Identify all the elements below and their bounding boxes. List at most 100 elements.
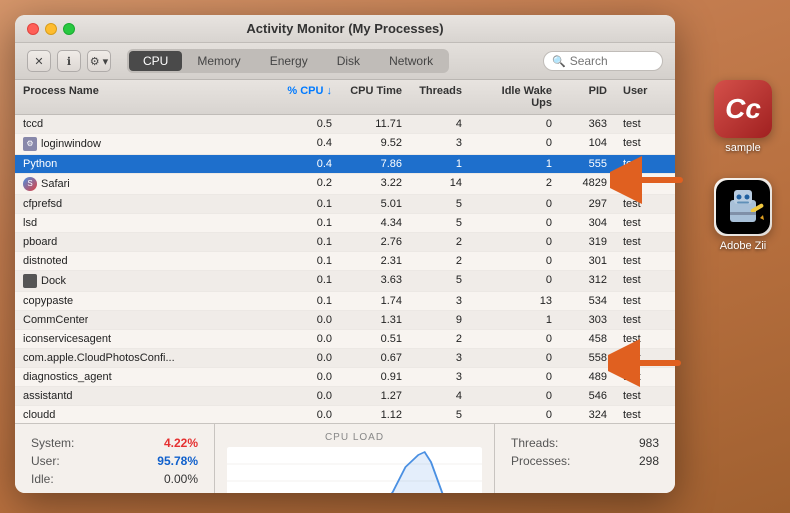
table-row[interactable]: copypaste0.11.74313534test — [15, 292, 675, 311]
activity-monitor-window: Activity Monitor (My Processes) ✕ ℹ ⚙ ▾ … — [15, 15, 675, 493]
cpu_time-cell: 0.67 — [340, 350, 410, 366]
gear-icon-btn[interactable]: ⚙ ▾ — [87, 50, 111, 72]
threads-cell: 5 — [410, 407, 470, 423]
cpu_time-cell: 0.91 — [340, 369, 410, 385]
idle_wakeups-cell: 0 — [470, 215, 560, 231]
tab-memory[interactable]: Memory — [183, 51, 254, 71]
col-idle-wakeups[interactable]: Idle Wake Ups — [470, 83, 560, 111]
table-row[interactable]: CommCenter0.01.3191303test — [15, 311, 675, 330]
close-icon-btn[interactable]: ✕ — [27, 50, 51, 72]
cpu-cell: 0.1 — [270, 293, 340, 309]
idle_wakeups-cell: 0 — [470, 407, 560, 423]
table-body[interactable]: tccd0.511.7140363test⚙loginwindow0.49.52… — [15, 115, 675, 423]
cpu_time-cell: 11.71 — [340, 116, 410, 132]
process-name-cell: Python — [15, 156, 270, 172]
table-row[interactable]: Python0.47.8611555test — [15, 155, 675, 174]
cpu-cell: 0.1 — [270, 234, 340, 250]
user-cell: test — [615, 253, 675, 269]
threads-value: 983 — [639, 436, 659, 450]
cpu_time-cell: 1.74 — [340, 293, 410, 309]
threads-cell: 5 — [410, 196, 470, 212]
table-row[interactable]: diagnostics_agent0.00.9130489test — [15, 368, 675, 387]
process-name-cell: Dock — [15, 272, 270, 290]
processes-stat-row: Processes: 298 — [511, 454, 659, 468]
tab-network[interactable]: Network — [375, 51, 447, 71]
adobe-zii-app-icon[interactable]: Adobe Zii — [714, 178, 772, 252]
table-row[interactable]: ⚙loginwindow0.49.5230104test — [15, 134, 675, 155]
pid-cell: 304 — [560, 215, 615, 231]
threads-cell: 5 — [410, 215, 470, 231]
table-row[interactable]: Dock0.13.6350312test — [15, 271, 675, 292]
cpu-cell: 0.0 — [270, 388, 340, 404]
threads-cell: 3 — [410, 369, 470, 385]
pid-cell: 301 — [560, 253, 615, 269]
user-cell: test — [615, 116, 675, 132]
table-row[interactable]: lsd0.14.3450304test — [15, 214, 675, 233]
col-pid[interactable]: PID — [560, 83, 615, 111]
table-row[interactable]: SSafari0.23.221424829test — [15, 174, 675, 195]
process-name-cell: SSafari — [15, 175, 270, 193]
system-value: 4.22% — [164, 436, 198, 450]
pid-cell: 558 — [560, 350, 615, 366]
tab-energy[interactable]: Energy — [256, 51, 322, 71]
idle_wakeups-cell: 0 — [470, 196, 560, 212]
idle_wakeups-cell: 0 — [470, 369, 560, 385]
close-button[interactable] — [27, 23, 39, 35]
table-row[interactable]: cloudd0.01.1250324test — [15, 406, 675, 423]
col-user[interactable]: User — [615, 83, 675, 111]
table-row[interactable]: pboard0.12.7620319test — [15, 233, 675, 252]
adobe-symbol: Cc — [725, 93, 761, 125]
idle_wakeups-cell: 0 — [470, 331, 560, 347]
cpu-load-panel: CPU LOAD — [215, 424, 495, 493]
zii-label: Adobe Zii — [720, 240, 766, 252]
info-icon-btn[interactable]: ℹ — [57, 50, 81, 72]
threads-stat-row: Threads: 983 — [511, 436, 659, 450]
search-icon: 🔍 — [552, 55, 566, 68]
pid-cell: 363 — [560, 116, 615, 132]
col-cpu-time[interactable]: CPU Time — [340, 83, 410, 111]
table-row[interactable]: distnoted0.12.3120301test — [15, 252, 675, 271]
table-header: Process Name % CPU ↓ CPU Time Threads Id… — [15, 80, 675, 115]
cpu-cell: 0.0 — [270, 407, 340, 423]
table-row[interactable]: cfprefsd0.15.0150297test — [15, 195, 675, 214]
tab-group: CPU Memory Energy Disk Network — [127, 49, 449, 73]
col-threads[interactable]: Threads — [410, 83, 470, 111]
cpu-cell: 0.2 — [270, 175, 340, 193]
tab-disk[interactable]: Disk — [323, 51, 374, 71]
search-input[interactable] — [570, 54, 660, 68]
minimize-button[interactable] — [45, 23, 57, 35]
pid-cell: 546 — [560, 388, 615, 404]
table-row[interactable]: iconservicesagent0.00.5120458test — [15, 330, 675, 349]
threads-cell: 4 — [410, 116, 470, 132]
cpu-cell: 0.4 — [270, 135, 340, 153]
threads-cell: 3 — [410, 135, 470, 153]
stats-panel: System: 4.22% User: 95.78% Idle: 0.00% — [15, 424, 215, 493]
col-process-name[interactable]: Process Name — [15, 83, 270, 111]
tab-cpu[interactable]: CPU — [129, 51, 182, 71]
user-label: User: — [31, 454, 60, 468]
col-cpu[interactable]: % CPU ↓ — [270, 83, 340, 111]
process-name-cell: tccd — [15, 116, 270, 132]
table-row[interactable]: tccd0.511.7140363test — [15, 115, 675, 134]
table-row[interactable]: assistantd0.01.2740546test — [15, 387, 675, 406]
threads-cell: 3 — [410, 293, 470, 309]
sample-label: sample — [725, 142, 760, 154]
process-name-cell: lsd — [15, 215, 270, 231]
idle_wakeups-cell: 0 — [470, 350, 560, 366]
cpu-cell: 0.1 — [270, 196, 340, 212]
threads-label: Threads: — [511, 436, 558, 450]
search-box[interactable]: 🔍 — [543, 51, 663, 71]
idle_wakeups-cell: 1 — [470, 312, 560, 328]
processes-label: Processes: — [511, 454, 570, 468]
table-row[interactable]: com.apple.CloudPhotosConfi...0.00.673055… — [15, 349, 675, 368]
cpu-cell: 0.0 — [270, 369, 340, 385]
titlebar: Activity Monitor (My Processes) — [15, 15, 675, 43]
dock-icon — [23, 274, 37, 288]
sample-app-icon[interactable]: Cc sample — [714, 80, 772, 154]
pid-cell: 312 — [560, 272, 615, 290]
idle-stat-row: Idle: 0.00% — [31, 472, 198, 486]
cpu_time-cell: 9.52 — [340, 135, 410, 153]
pid-cell: 555 — [560, 156, 615, 172]
threads-cell: 9 — [410, 312, 470, 328]
maximize-button[interactable] — [63, 23, 75, 35]
